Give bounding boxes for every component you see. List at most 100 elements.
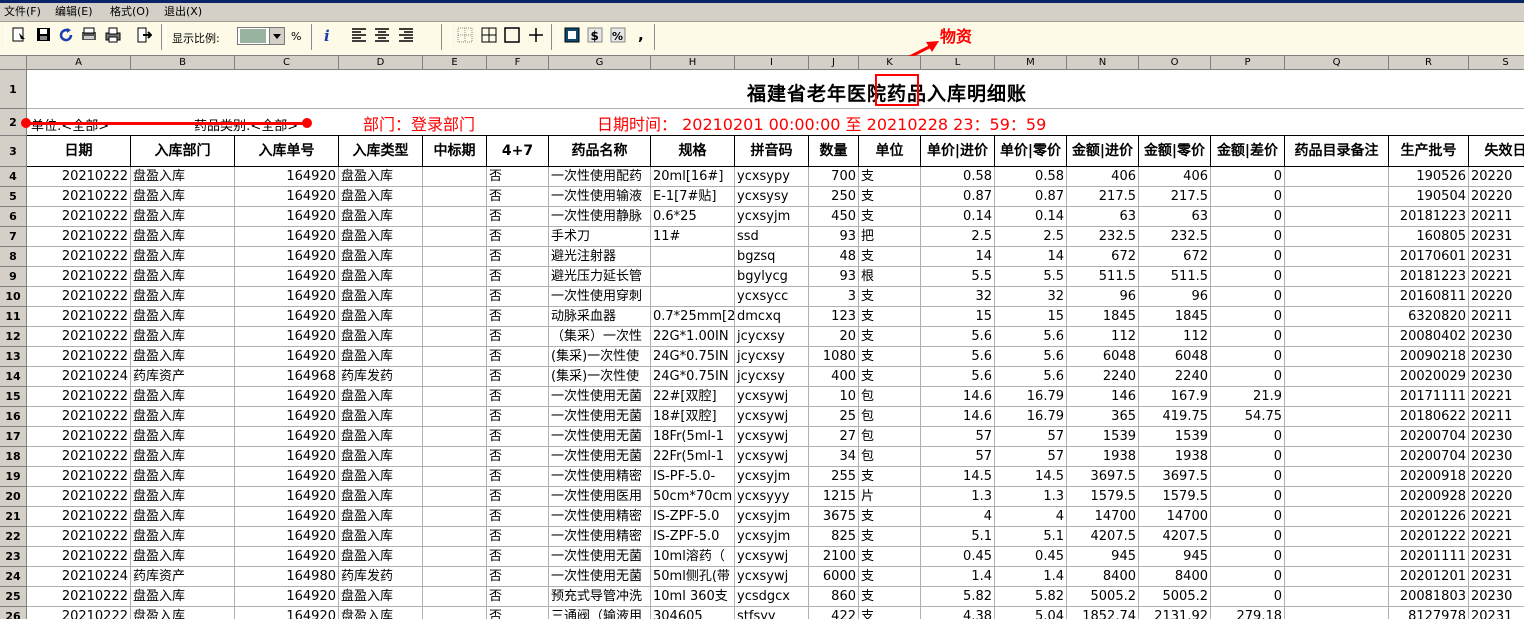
- table-cell[interactable]: 药库资产: [131, 567, 235, 587]
- table-cell[interactable]: 945: [1067, 547, 1139, 567]
- table-cell[interactable]: 20210222: [27, 507, 131, 527]
- table-cell[interactable]: 盘盈入库: [339, 347, 423, 367]
- table-cell[interactable]: 0: [1211, 567, 1285, 587]
- table-cell[interactable]: 2240: [1139, 367, 1211, 387]
- row-header[interactable]: 19: [0, 467, 27, 487]
- table-cell[interactable]: 14.5: [921, 467, 995, 487]
- table-cell[interactable]: 57: [921, 427, 995, 447]
- table-cell[interactable]: 20220: [1469, 187, 1524, 207]
- column-header-b[interactable]: B: [131, 56, 235, 70]
- table-cell[interactable]: 63: [1067, 207, 1139, 227]
- table-cell[interactable]: 217.5: [1067, 187, 1139, 207]
- table-cell[interactable]: 盘盈入库: [339, 607, 423, 619]
- table-cell[interactable]: 6320820: [1389, 307, 1469, 327]
- table-cell[interactable]: 6048: [1139, 347, 1211, 367]
- table-cell[interactable]: 11#: [651, 227, 735, 247]
- table-cell[interactable]: 0.6*25: [651, 207, 735, 227]
- table-cell[interactable]: 20210222: [27, 187, 131, 207]
- row-header[interactable]: 18: [0, 447, 27, 467]
- table-cell[interactable]: 支: [859, 507, 921, 527]
- table-cell[interactable]: [1285, 327, 1389, 347]
- table-cell[interactable]: [1285, 587, 1389, 607]
- table-cell[interactable]: 0.58: [995, 167, 1067, 187]
- table-cell[interactable]: 盘盈入库: [339, 247, 423, 267]
- table-cell[interactable]: 0.14: [921, 207, 995, 227]
- table-cell[interactable]: 20160811: [1389, 287, 1469, 307]
- row-header[interactable]: 5: [0, 187, 27, 207]
- table-cell[interactable]: 825: [809, 527, 859, 547]
- table-cell[interactable]: 盘盈入库: [339, 487, 423, 507]
- table-cell[interactable]: 把: [859, 227, 921, 247]
- table-cell[interactable]: 盘盈入库: [339, 507, 423, 527]
- table-cell[interactable]: 164920: [235, 307, 339, 327]
- table-cell[interactable]: 否: [487, 487, 549, 507]
- table-cell[interactable]: 20210222: [27, 427, 131, 447]
- table-cell[interactable]: 盘盈入库: [131, 467, 235, 487]
- table-cell[interactable]: 1938: [1139, 447, 1211, 467]
- table-cell[interactable]: 34: [809, 447, 859, 467]
- table-cell[interactable]: 盘盈入库: [131, 347, 235, 367]
- table-cell[interactable]: [1285, 427, 1389, 447]
- table-cell[interactable]: 4.38: [921, 607, 995, 619]
- row-header[interactable]: 20: [0, 487, 27, 507]
- table-cell[interactable]: 1852.74: [1067, 607, 1139, 619]
- table-cell[interactable]: 20210222: [27, 287, 131, 307]
- table-cell[interactable]: 盘盈入库: [339, 427, 423, 447]
- column-header-o[interactable]: O: [1139, 56, 1211, 70]
- table-cell[interactable]: 164920: [235, 387, 339, 407]
- table-cell[interactable]: [1285, 387, 1389, 407]
- table-cell[interactable]: [1285, 247, 1389, 267]
- table-cell[interactable]: 支: [859, 207, 921, 227]
- table-cell[interactable]: 20201222: [1389, 527, 1469, 547]
- table-cell[interactable]: [423, 247, 487, 267]
- row-header[interactable]: 6: [0, 207, 27, 227]
- column-header-a[interactable]: A: [27, 56, 131, 70]
- table-cell[interactable]: [651, 287, 735, 307]
- table-cell[interactable]: 20231: [1469, 547, 1524, 567]
- table-cell[interactable]: ssd: [735, 227, 809, 247]
- table-cell[interactable]: 5.82: [995, 587, 1067, 607]
- table-cell[interactable]: 否: [487, 507, 549, 527]
- table-cell[interactable]: 一次性使用无菌: [549, 547, 651, 567]
- table-cell[interactable]: 164920: [235, 287, 339, 307]
- table-cell[interactable]: 否: [487, 347, 549, 367]
- table-cell[interactable]: 3: [809, 287, 859, 307]
- table-cell[interactable]: 支: [859, 247, 921, 267]
- table-cell[interactable]: （集采）一次性: [549, 327, 651, 347]
- row-header[interactable]: 4: [0, 167, 27, 187]
- table-cell[interactable]: [1285, 507, 1389, 527]
- table-cell[interactable]: bgylycg: [735, 267, 809, 287]
- table-cell[interactable]: 5.6: [921, 367, 995, 387]
- table-cell[interactable]: 否: [487, 567, 549, 587]
- table-cell[interactable]: 22G*1.00IN: [651, 327, 735, 347]
- table-cell[interactable]: 20210222: [27, 587, 131, 607]
- table-cell[interactable]: 20200704: [1389, 427, 1469, 447]
- table-cell[interactable]: 一次性使用精密: [549, 467, 651, 487]
- table-cell[interactable]: 0: [1211, 227, 1285, 247]
- table-cell[interactable]: 盘盈入库: [131, 527, 235, 547]
- column-header-q[interactable]: Q: [1285, 56, 1389, 70]
- table-cell[interactable]: 406: [1139, 167, 1211, 187]
- table-cell[interactable]: 1080: [809, 347, 859, 367]
- table-cell[interactable]: 112: [1067, 327, 1139, 347]
- table-cell[interactable]: ycxsywj: [735, 387, 809, 407]
- row-header[interactable]: 22: [0, 527, 27, 547]
- table-cell[interactable]: 20200918: [1389, 467, 1469, 487]
- grid-outer-icon[interactable]: [503, 26, 521, 44]
- table-cell[interactable]: 5.1: [995, 527, 1067, 547]
- table-cell[interactable]: 20231: [1469, 607, 1524, 619]
- table-cell[interactable]: [651, 267, 735, 287]
- table-cell[interactable]: 5.5: [995, 267, 1067, 287]
- number-format-icon[interactable]: [563, 26, 581, 44]
- table-cell[interactable]: 10: [809, 387, 859, 407]
- table-cell[interactable]: 一次性使用无菌: [549, 567, 651, 587]
- table-cell[interactable]: 盘盈入库: [131, 607, 235, 619]
- table-cell[interactable]: 盘盈入库: [339, 187, 423, 207]
- table-cell[interactable]: 1845: [1139, 307, 1211, 327]
- table-cell[interactable]: 0: [1211, 447, 1285, 467]
- table-cell[interactable]: 112: [1139, 327, 1211, 347]
- table-cell[interactable]: [1285, 487, 1389, 507]
- table-cell[interactable]: 一次性使用配药: [549, 167, 651, 187]
- table-cell[interactable]: [423, 547, 487, 567]
- table-cell[interactable]: 164920: [235, 347, 339, 367]
